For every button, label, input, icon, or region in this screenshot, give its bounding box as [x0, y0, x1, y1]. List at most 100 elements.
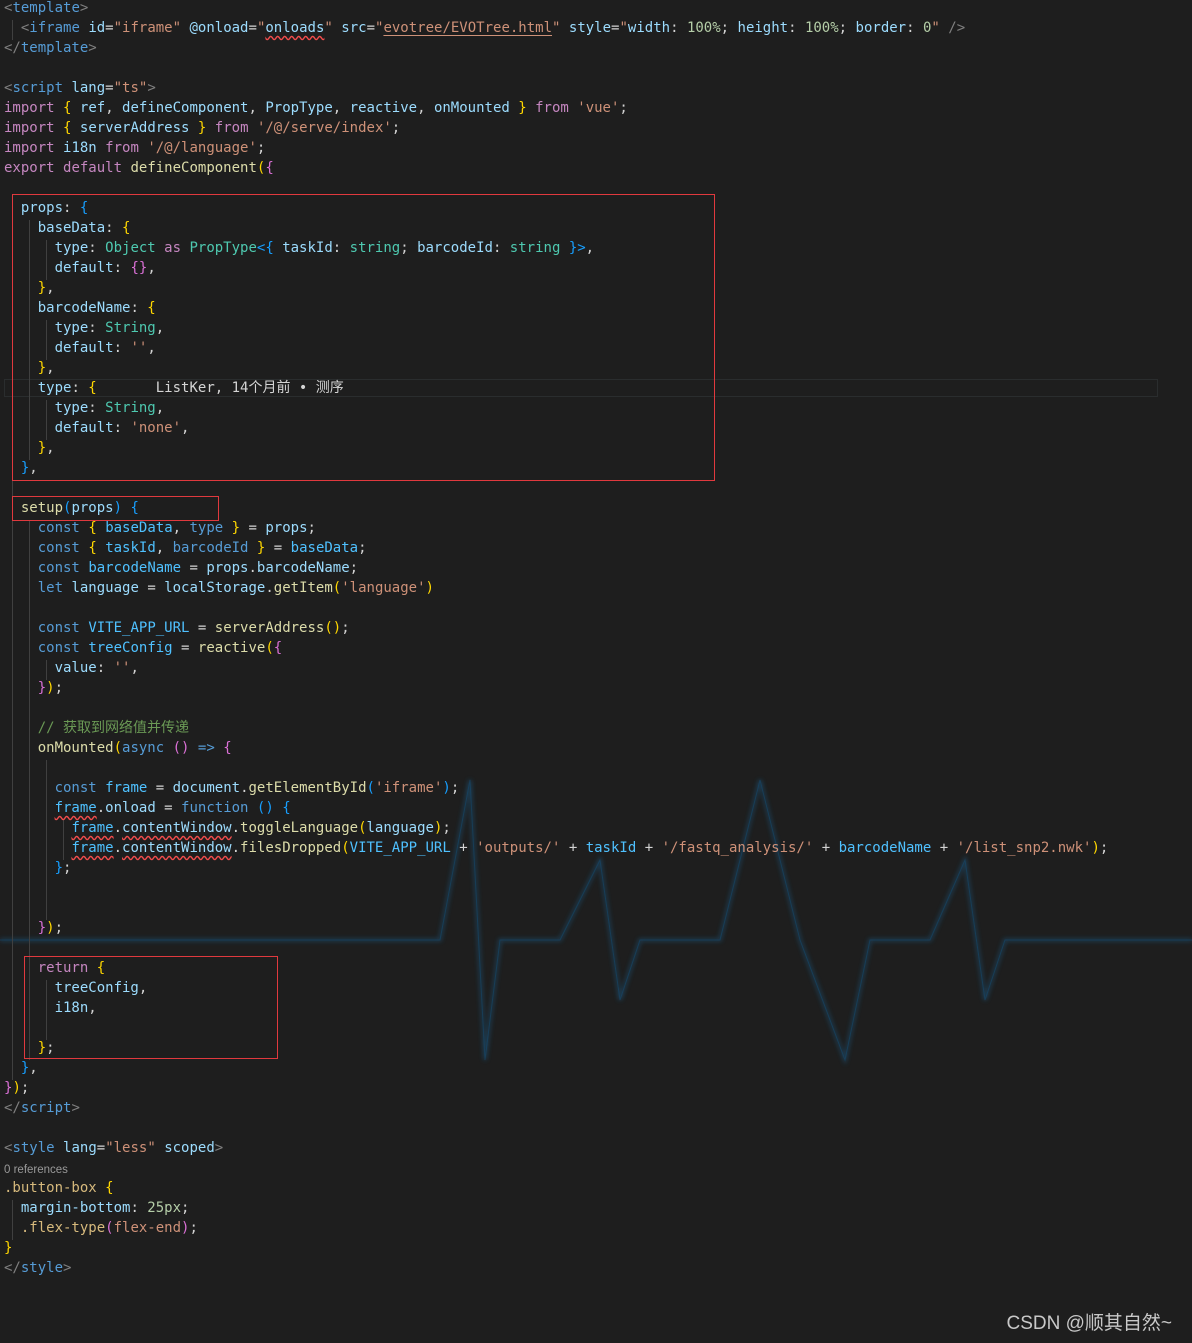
code-token: margin-bottom — [20, 1200, 131, 1216]
code-line: }; — [4, 858, 72, 878]
code-token: iframe — [29, 20, 80, 36]
code-token: } — [37, 440, 47, 456]
code-token: = — [105, 20, 114, 36]
code-token: onloads — [265, 20, 325, 36]
code-token: style — [568, 20, 612, 36]
code-token: ; — [181, 1200, 190, 1216]
codelens-references[interactable]: 0 references — [4, 1163, 68, 1177]
code-line: import { ref, defineComponent, PropType,… — [4, 98, 628, 118]
code-token: type — [54, 400, 89, 416]
code-token: : — [332, 240, 350, 256]
code-token: import — [4, 140, 55, 156]
code-line: const { taskId, barcodeId } = baseData; — [4, 538, 367, 558]
code-token: ) — [46, 680, 55, 696]
code-token: props — [206, 560, 249, 576]
code-token: frame — [105, 780, 148, 796]
code-token: .flex-type — [20, 1220, 106, 1236]
code-token: . — [265, 580, 274, 596]
code-line: type: String, — [4, 318, 165, 338]
code-token: ; — [450, 780, 460, 796]
code-line: <script lang="ts"> — [4, 78, 156, 98]
code-token: .button-box — [4, 1180, 97, 1196]
csdn-watermark: CSDN @顺其自然~ — [1006, 1313, 1173, 1334]
code-token: lang — [63, 1140, 97, 1156]
code-line: // 获取到网络值并传递 — [4, 718, 189, 738]
code-token: i18n — [54, 1000, 89, 1016]
code-token: = — [265, 540, 291, 556]
code-line: }); — [4, 1078, 29, 1098]
code-token: > — [88, 40, 97, 56]
code-token: id — [88, 20, 106, 36]
code-token: template — [20, 40, 89, 56]
code-line: const barcodeName = props.barcodeName; — [4, 558, 358, 578]
code-token: const — [37, 640, 80, 656]
code-token: type — [37, 380, 72, 396]
code-line: }, — [4, 1058, 38, 1078]
code-token: { — [88, 540, 97, 556]
code-token: > — [214, 1140, 224, 1156]
code-token: const — [54, 780, 97, 796]
code-token: barcodeId — [417, 240, 493, 256]
code-token: ; — [54, 680, 64, 696]
code-line: value: '', — [4, 658, 139, 678]
code-token: : — [96, 660, 114, 676]
code-token: + — [931, 840, 957, 856]
code-token: frame — [54, 800, 97, 816]
code-token: " — [931, 20, 940, 36]
code-token: { — [223, 740, 232, 756]
code-line: frame.contentWindow.toggleLanguage(langu… — [4, 818, 450, 838]
code-token: . — [248, 560, 257, 576]
code-token: serverAddress — [79, 120, 190, 136]
code-editor[interactable]: <template> <iframe id="iframe" @onload="… — [0, 0, 1192, 1343]
code-line: }; — [4, 1038, 55, 1058]
code-token: { — [79, 200, 89, 216]
code-token: taskId — [585, 840, 637, 856]
code-token: : — [130, 300, 148, 316]
code-token: } — [4, 1240, 13, 1256]
code-line: setup(props) { — [4, 498, 139, 518]
code-token: default — [54, 420, 114, 436]
code-token: {} — [130, 260, 148, 276]
code-token: , — [88, 1000, 97, 1016]
code-token: , — [155, 320, 165, 336]
code-token: <{ — [256, 240, 274, 256]
code-token: '/list_snp2.nwk' — [956, 840, 1092, 856]
code-token: , — [46, 440, 55, 456]
code-token: default — [63, 160, 123, 176]
code-token: () — [172, 740, 190, 756]
code-token: evotree/EVOTree.html — [383, 20, 553, 36]
code-token: { — [273, 640, 283, 656]
code-token: ; — [1099, 840, 1109, 856]
code-token: : — [88, 320, 106, 336]
code-line: i18n, — [4, 998, 97, 1018]
code-token: ; — [341, 620, 350, 636]
code-token: baseData — [37, 220, 106, 236]
code-token: > — [63, 1260, 72, 1276]
code-token: . — [240, 780, 249, 796]
code-token: PropType — [189, 240, 257, 256]
code-token: ( — [341, 840, 350, 856]
code-token: : — [113, 340, 131, 356]
code-token: barcodeName — [37, 300, 131, 316]
code-token: + — [636, 840, 662, 856]
code-token: , — [585, 240, 595, 256]
code-token: { — [88, 520, 97, 536]
code-token: contentWindow — [122, 840, 232, 856]
code-token: VITE_APP_URL — [349, 840, 451, 856]
code-token: > — [71, 1100, 80, 1116]
